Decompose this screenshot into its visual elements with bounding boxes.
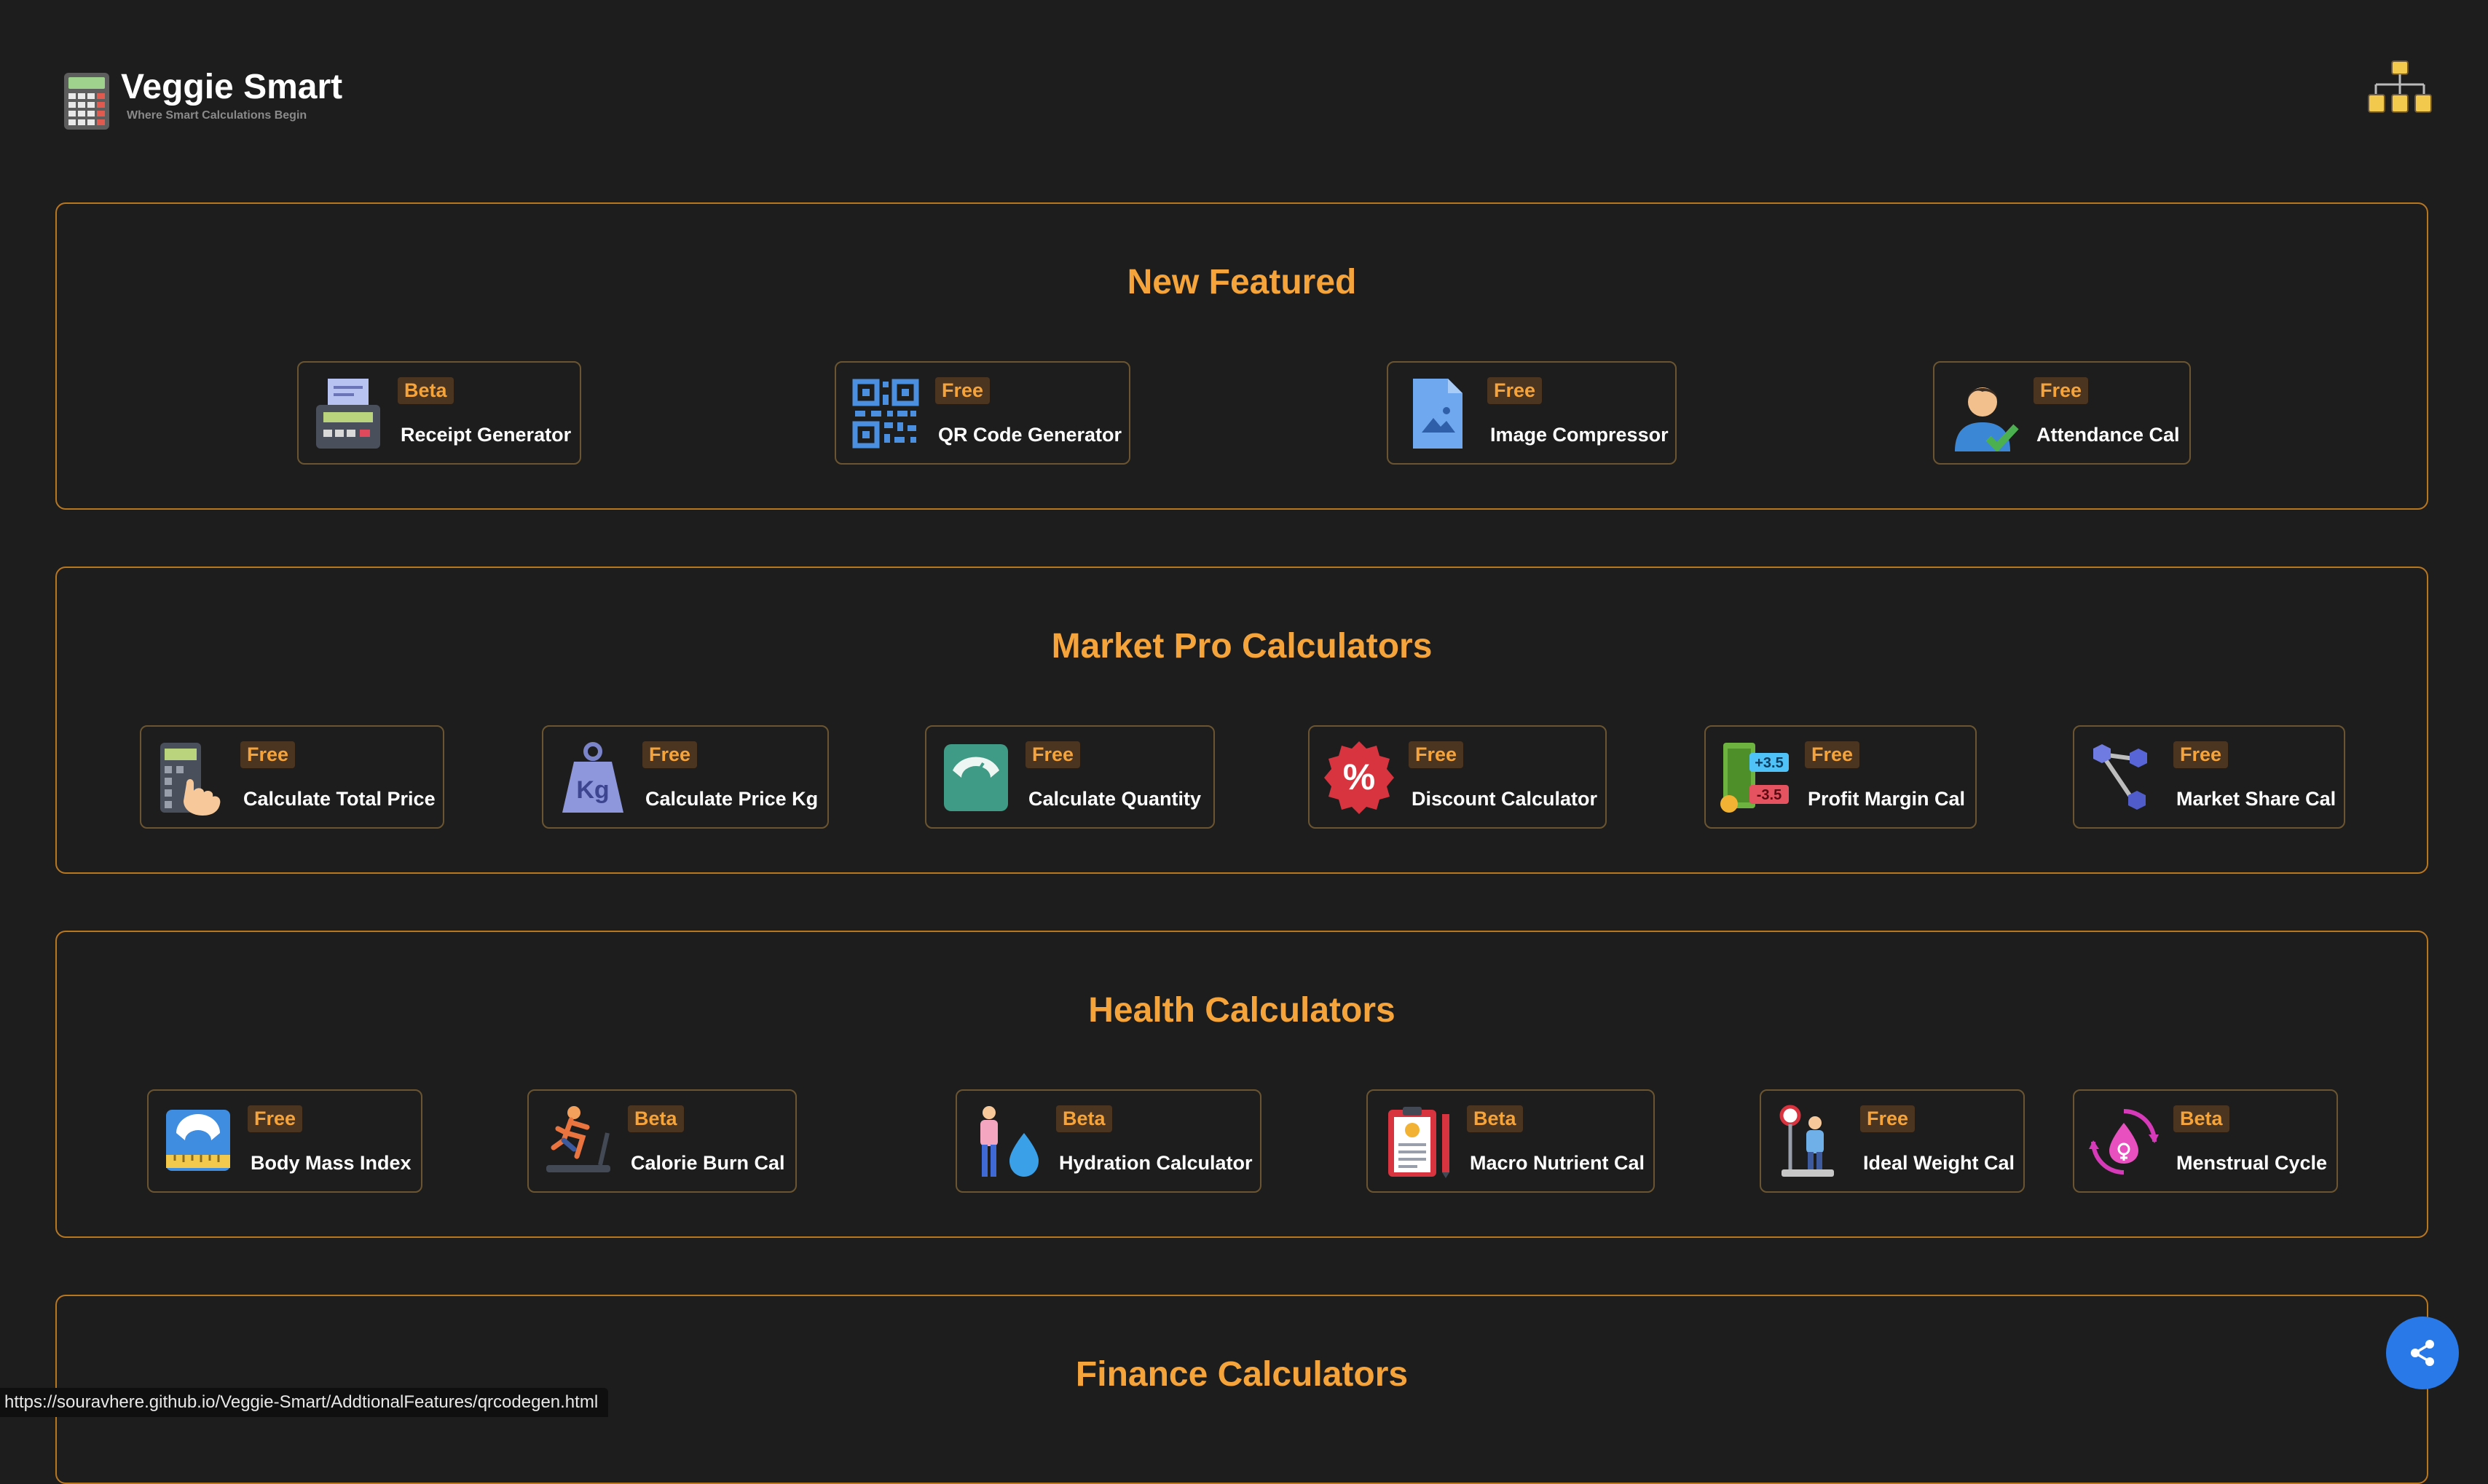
person-check-icon [1955, 387, 2019, 451]
status-url-bar: https://souravhere.github.io/Veggie-Smar… [0, 1388, 609, 1417]
svg-text:Kg: Kg [576, 776, 609, 804]
card-attendance-cal[interactable]: Free Attendance Cal [1933, 361, 2191, 465]
card-calorie-burn-cal[interactable]: Beta Calorie Burn Cal [527, 1089, 797, 1193]
cycle-drop-icon [2089, 1109, 2159, 1175]
kg-weight-icon: Kg [562, 742, 623, 813]
card-label: Macro Nutrient Cal [1470, 1152, 1645, 1174]
qr-code-icon [852, 379, 919, 449]
section-health: Health Calculators Free Body Mass Index … [55, 931, 2428, 1238]
card-calculate-price-kg[interactable]: Kg Free Calculate Price Kg [542, 725, 829, 829]
site-header: Veggie Smart Where Smart Calculations Be… [63, 67, 342, 131]
receipt-printer-icon [316, 379, 380, 449]
card-label: Calculate Quantity [1028, 788, 1202, 810]
calculator-hand-icon [160, 743, 221, 816]
card-hydration-calculator[interactable]: Beta Hydration Calculator [956, 1089, 1261, 1193]
card-qr-code-generator[interactable]: Free QR Code Generator [835, 361, 1130, 465]
nutrition-clipboard-icon [1388, 1107, 1449, 1178]
badge: Free [1860, 1105, 1916, 1132]
water-drop-person-icon [980, 1106, 1039, 1177]
svg-text:+3.5: +3.5 [1755, 755, 1783, 771]
section-title: Health Calculators [1088, 991, 1395, 1030]
card-label: Calorie Burn Cal [631, 1152, 785, 1174]
card-label: Market Share Cal [2176, 788, 2337, 810]
card-label: Body Mass Index [251, 1152, 412, 1174]
card-label: Hydration Calculator [1059, 1152, 1253, 1174]
card-receipt-generator[interactable]: Beta Receipt Generator [297, 361, 581, 465]
bmi-scale-icon [166, 1110, 230, 1171]
badge: Beta [628, 1105, 684, 1132]
badge: Free [248, 1105, 303, 1132]
svg-text:%: % [1343, 757, 1375, 797]
badge: Free [2034, 377, 2089, 404]
section-new-featured: New Featured Beta Receipt Generator Free [55, 202, 2428, 510]
badge: Beta [1056, 1105, 1112, 1132]
card-label: Receipt Generator [401, 424, 572, 446]
card-label: Menstrual Cycle [2176, 1152, 2328, 1174]
card-profit-margin-cal[interactable]: +3.5 -3.5 Free Profit Margin Cal [1704, 725, 1977, 829]
badge: Free [1409, 741, 1464, 768]
badge: Free [935, 377, 991, 404]
card-discount-calculator[interactable]: % Free Discount Calculator [1308, 725, 1607, 829]
card-macro-nutrient-cal[interactable]: Beta Macro Nutrient Cal [1366, 1089, 1655, 1193]
card-label: Attendance Cal [2036, 424, 2180, 446]
share-button[interactable] [2386, 1317, 2459, 1389]
badge: Beta [2173, 1105, 2229, 1132]
sitemap-icon[interactable] [2367, 60, 2433, 115]
card-label: Image Compressor [1490, 424, 1669, 446]
badge: Free [642, 741, 698, 768]
section-market-pro: Market Pro Calculators Free Calculate To… [55, 567, 2428, 874]
card-calculate-total-price[interactable]: Free Calculate Total Price [140, 725, 444, 829]
card-label: Profit Margin Cal [1808, 788, 1966, 810]
badge: Free [1487, 377, 1543, 404]
share-nodes-icon [2093, 744, 2147, 810]
card-menstrual-cycle[interactable]: Beta Menstrual Cycle [2073, 1089, 2338, 1193]
percent-badge-icon: % [1324, 741, 1394, 814]
card-label: Ideal Weight Cal [1863, 1152, 2015, 1174]
card-ideal-weight-cal[interactable]: Free Ideal Weight Cal [1760, 1089, 2025, 1193]
badge: Free [1805, 741, 1860, 768]
share-icon [2411, 1340, 2434, 1366]
card-market-share-cal[interactable]: Free Market Share Cal [2073, 725, 2345, 829]
section-title: New Featured [1127, 263, 1357, 301]
section-title: Market Pro Calculators [1051, 627, 1433, 666]
card-label: Discount Calculator [1412, 788, 1598, 810]
badge: Beta [398, 377, 454, 404]
card-body-mass-index[interactable]: Free Body Mass Index [147, 1089, 422, 1193]
card-image-compressor[interactable]: Free Image Compressor [1387, 361, 1677, 465]
badge: Beta [1467, 1105, 1523, 1132]
card-label: Calculate Total Price [243, 788, 436, 810]
brand-tagline: Where Smart Calculations Begin [127, 109, 307, 122]
badge: Free [2173, 741, 2229, 768]
brand-title[interactable]: Veggie Smart [121, 67, 342, 108]
card-label: QR Code Generator [938, 424, 1122, 446]
calculator-logo-icon [64, 73, 109, 130]
ideal-weight-icon [1779, 1105, 1834, 1177]
svg-text:-3.5: -3.5 [1757, 787, 1782, 803]
money-margin-icon: +3.5 -3.5 [1720, 743, 1789, 813]
card-calculate-quantity[interactable]: Free Calculate Quantity [925, 725, 1215, 829]
badge: Free [1025, 741, 1081, 768]
image-file-icon [1413, 379, 1463, 449]
treadmill-runner-icon [546, 1106, 610, 1172]
badge: Free [240, 741, 296, 768]
card-label: Calculate Price Kg [645, 788, 819, 810]
weighing-scale-icon [944, 744, 1008, 811]
